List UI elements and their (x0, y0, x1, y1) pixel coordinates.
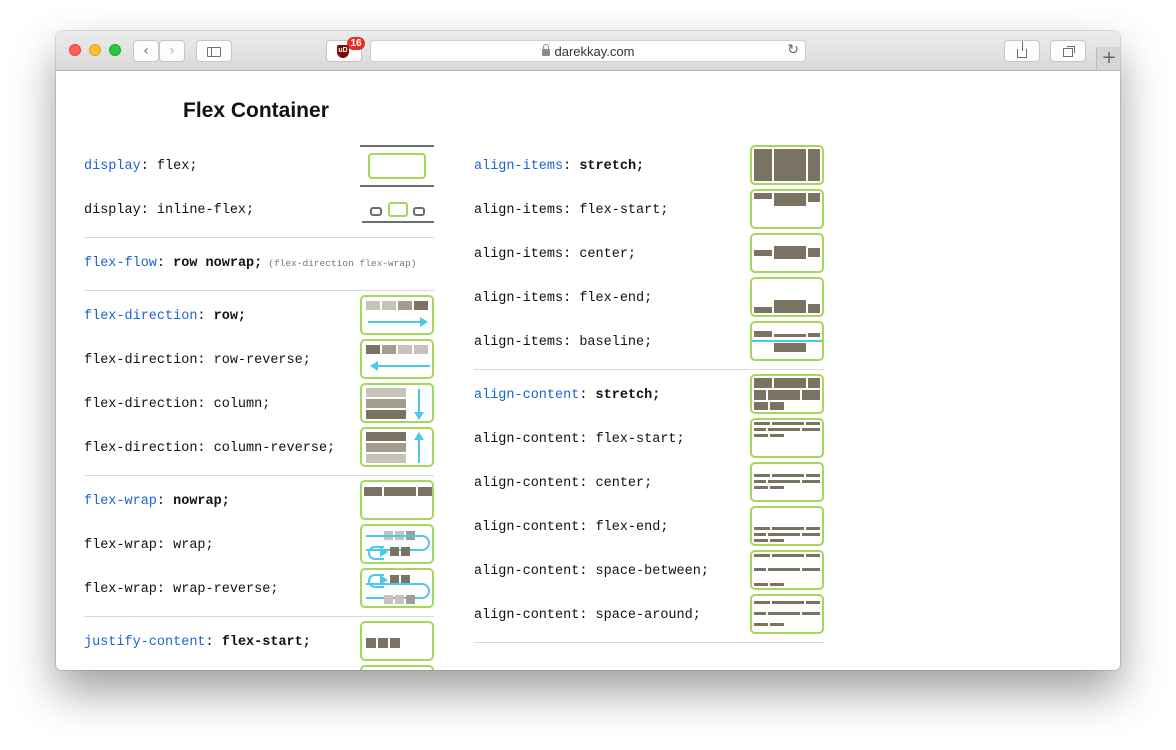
property-name[interactable]: justify-content (84, 635, 206, 650)
align-items-stretch-row: align-items: stretch; (474, 159, 645, 174)
align-content-flex-start-row: align-content: flex-start; (474, 432, 685, 447)
back-button[interactable]: ‹ (133, 40, 159, 62)
align-content-center-illustration (750, 462, 824, 502)
align-items-baseline-illustration (750, 321, 824, 361)
align-items-center-row: align-items: center; (474, 247, 637, 262)
share-button[interactable] (1004, 40, 1040, 62)
flex-direction-row-reverse-row: flex-direction: row-reverse; (84, 353, 311, 368)
chevron-right-icon: › (169, 43, 175, 59)
align-content-stretch-row: align-content: stretch; (474, 388, 661, 403)
reload-icon[interactable]: ↻ (787, 42, 799, 58)
align-items-flex-start-row: align-items: flex-start; (474, 203, 669, 218)
flex-direction-row-illustration (360, 295, 434, 335)
property-name[interactable]: flex-wrap (84, 494, 157, 509)
flex-direction-column-row: flex-direction: column; (84, 397, 271, 412)
align-items-flex-end-illustration (750, 277, 824, 317)
page-content: Flex Container display: flex; display: i… (56, 71, 1120, 670)
flex-flow-row: flex-flow: row nowrap; (flex-direction fl… (84, 256, 417, 271)
tabs-icon (1063, 48, 1073, 57)
align-items-flex-end-row: align-items: flex-end; (474, 291, 653, 306)
chevron-left-icon: ‹ (143, 43, 149, 59)
minimize-window-button[interactable] (89, 44, 101, 56)
display-inline-flex-row: display: inline-flex; (84, 203, 255, 218)
divider (84, 616, 434, 617)
property-name[interactable]: align-items (474, 159, 563, 174)
browser-window: ‹ › uD 16 darekkay.com ↻ + Flex Containe… (56, 31, 1120, 670)
page-title: Flex Container (183, 99, 329, 122)
align-items-flex-start-illustration (750, 189, 824, 229)
align-content-space-around-row: align-content: space-around; (474, 608, 701, 623)
tabs-overview-button[interactable] (1050, 40, 1086, 62)
align-content-flex-start-illustration (750, 418, 824, 458)
flex-direction-row-reverse-illustration (360, 339, 434, 379)
address-bar[interactable]: darekkay.com ↻ (370, 40, 806, 62)
property-name[interactable]: flex-flow (84, 256, 157, 271)
url-text: darekkay.com (554, 44, 635, 59)
share-icon (1017, 41, 1027, 58)
align-content-space-between-illustration (750, 550, 824, 590)
justify-content-flex-start-illustration (360, 621, 434, 661)
close-window-button[interactable] (69, 44, 81, 56)
flex-wrap-wrap-row: flex-wrap: wrap; (84, 538, 214, 553)
divider (474, 369, 824, 370)
plus-icon: + (1101, 47, 1117, 68)
align-content-space-between-row: align-content: space-between; (474, 564, 709, 579)
flex-direction-column-reverse-row: flex-direction: column-reverse; (84, 441, 336, 456)
justify-content-next-illustration (360, 665, 434, 670)
flex-direction-column-reverse-illustration (360, 427, 434, 467)
divider (84, 237, 434, 238)
divider (474, 642, 824, 643)
display-flex-row: display: flex; (84, 159, 198, 174)
align-content-flex-end-illustration (750, 506, 824, 546)
property-name[interactable]: display (84, 159, 141, 174)
property-name[interactable]: align-content (474, 388, 579, 403)
new-tab-button[interactable]: + (1096, 47, 1120, 70)
align-items-center-illustration (750, 233, 824, 273)
divider (84, 290, 434, 291)
align-content-stretch-illustration (750, 374, 824, 414)
divider (84, 475, 434, 476)
zoom-window-button[interactable] (109, 44, 121, 56)
flex-direction-column-illustration (360, 383, 434, 423)
browser-toolbar: ‹ › uD 16 darekkay.com ↻ + (56, 31, 1120, 71)
flex-wrap-row: flex-wrap: nowrap; (84, 494, 230, 509)
sidebar-icon (207, 47, 221, 57)
lock-icon (541, 44, 550, 56)
sidebar-button[interactable] (196, 40, 232, 62)
align-items-baseline-row: align-items: baseline; (474, 335, 653, 350)
flex-wrap-nowrap-illustration (360, 480, 434, 520)
extension-badge: 16 (347, 37, 365, 50)
align-content-flex-end-row: align-content: flex-end; (474, 520, 669, 535)
flex-wrap-wrap-reverse-row: flex-wrap: wrap-reverse; (84, 582, 279, 597)
justify-content-row: justify-content: flex-start; (84, 635, 311, 650)
align-items-stretch-illustration (750, 145, 824, 185)
forward-button[interactable]: › (159, 40, 185, 62)
align-content-space-around-illustration (750, 594, 824, 634)
property-name[interactable]: flex-direction (84, 309, 197, 324)
align-content-center-row: align-content: center; (474, 476, 653, 491)
flex-wrap-wrap-illustration (360, 524, 434, 564)
flex-wrap-wrap-reverse-illustration (360, 568, 434, 608)
flex-direction-row: flex-direction: row; (84, 309, 247, 324)
